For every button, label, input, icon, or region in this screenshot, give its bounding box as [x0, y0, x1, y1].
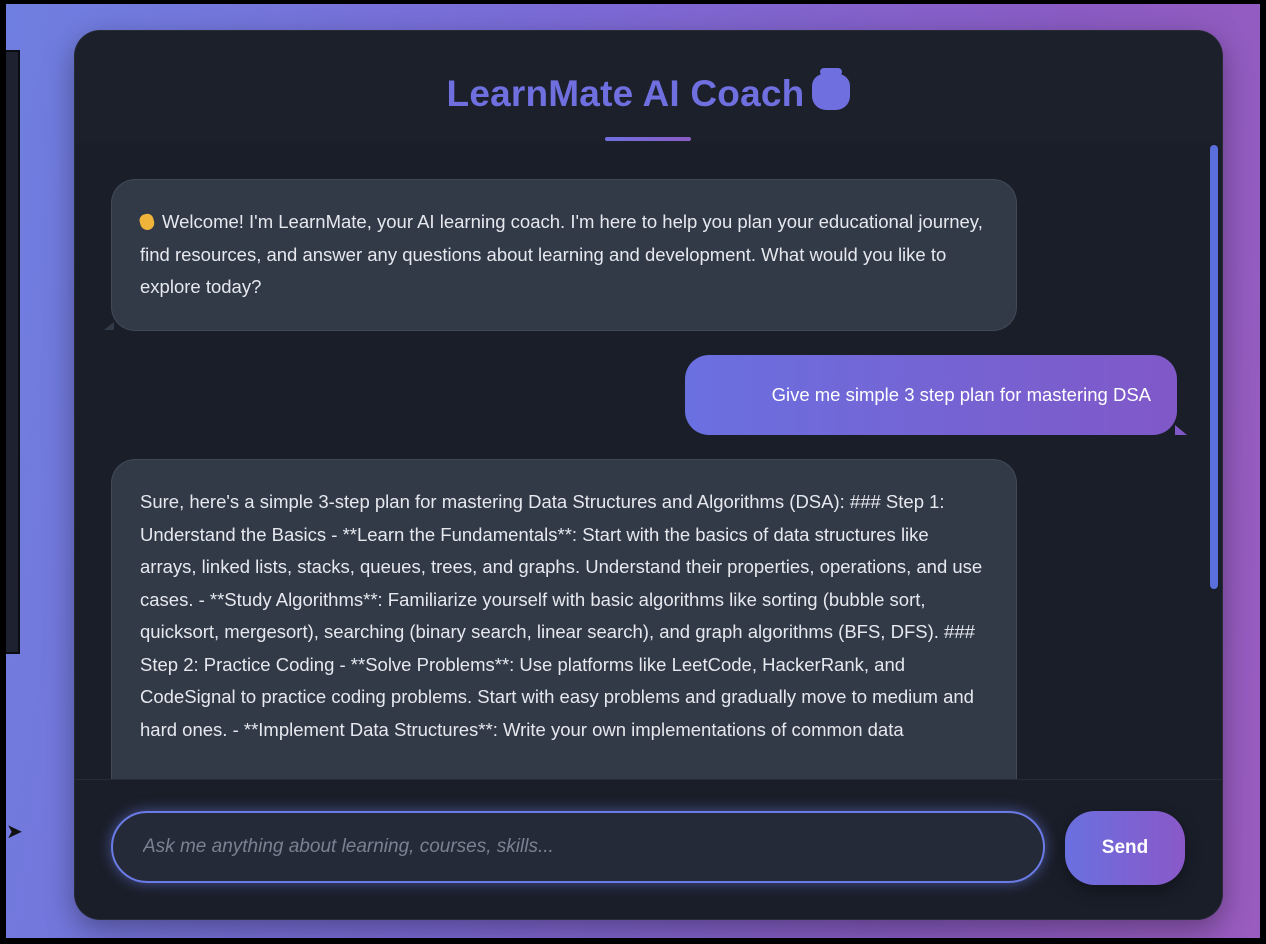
title-text: LearnMate AI Coach: [446, 73, 805, 114]
message-text: Sure, here's a simple 3-step plan for ma…: [140, 491, 983, 740]
side-panel-edge: [6, 50, 20, 654]
chat-window: LearnMate AI Coach Welcome! I'm LearnMat…: [74, 30, 1223, 920]
app-background: ➤ LearnMate AI Coach Welcome! I'm LearnM…: [6, 4, 1260, 938]
user-message: Give me simple 3 step plan for mastering…: [685, 355, 1187, 435]
scrollbar-thumb[interactable]: [1210, 145, 1218, 589]
message-text: Give me simple 3 step plan for mastering…: [771, 384, 1151, 405]
assistant-message: Welcome! I'm LearnMate, your AI learning…: [104, 179, 1017, 331]
assistant-message: Sure, here's a simple 3-step plan for ma…: [111, 459, 1017, 779]
robot-icon: [812, 68, 851, 110]
page-title: LearnMate AI Coach: [75, 68, 1222, 115]
composer: Send: [75, 779, 1222, 919]
message-list[interactable]: Welcome! I'm LearnMate, your AI learning…: [75, 143, 1222, 779]
send-button[interactable]: Send: [1065, 811, 1185, 885]
chat-header: LearnMate AI Coach: [75, 31, 1222, 143]
title-underline: [605, 137, 691, 141]
message-text: Welcome! I'm LearnMate, your AI learning…: [140, 211, 983, 297]
waving-hand-icon: [138, 212, 156, 232]
message-input[interactable]: [111, 811, 1045, 883]
pointer-arrow-icon: ➤: [6, 821, 23, 843]
